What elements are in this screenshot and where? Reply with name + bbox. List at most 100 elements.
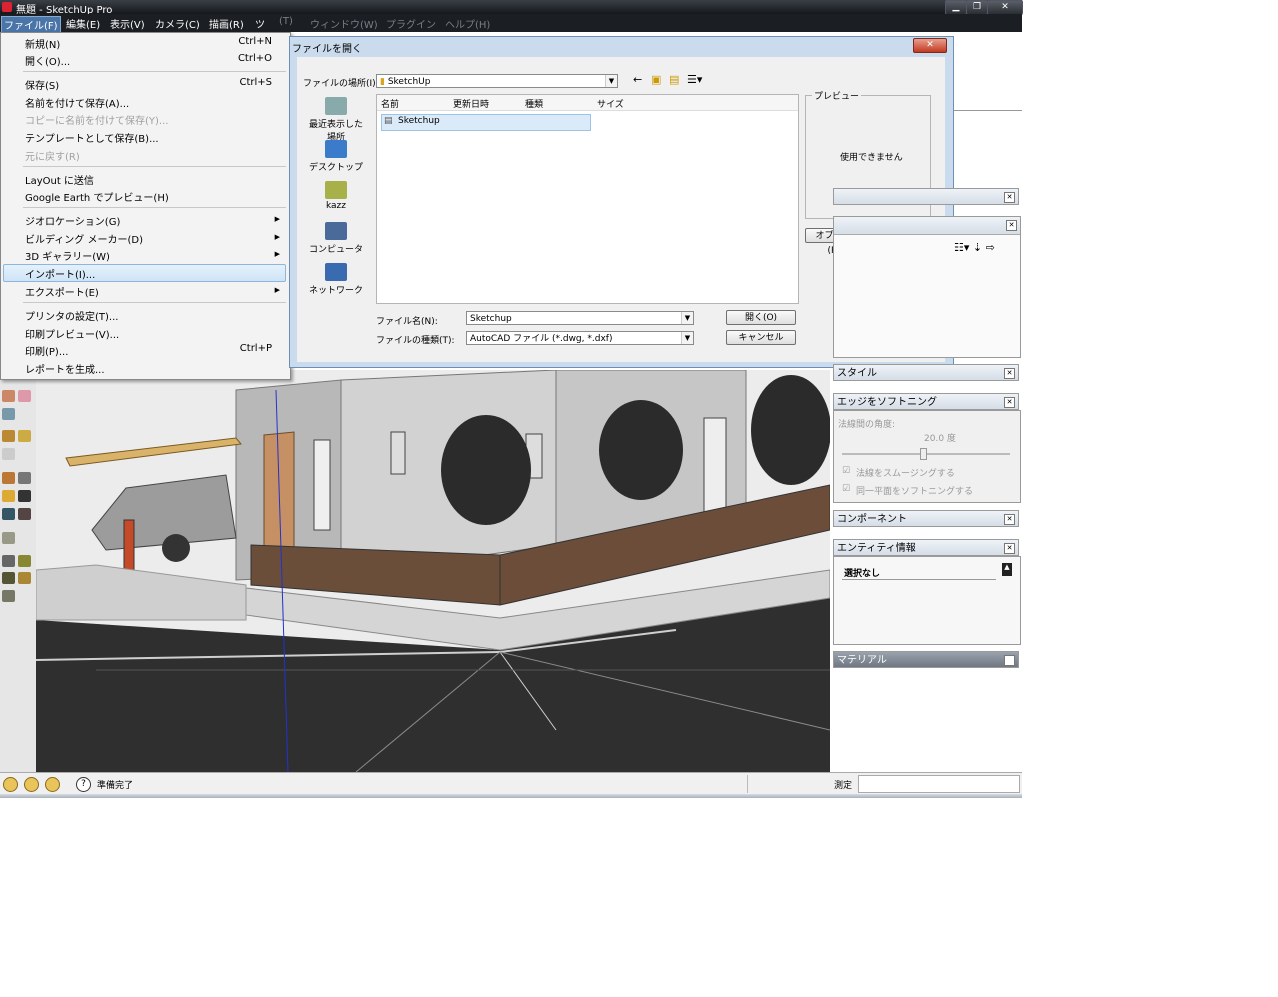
layers-icon[interactable]	[2, 532, 15, 544]
preview-label: プレビュー	[812, 89, 862, 102]
menu-separator	[23, 302, 286, 303]
menu-send-layout[interactable]: LayOut に送信	[25, 172, 94, 187]
protractor-icon[interactable]	[2, 490, 15, 502]
dialog-close-button[interactable]: ✕	[913, 38, 947, 53]
menu-save[interactable]: 保存(S)	[25, 77, 59, 92]
place-network[interactable]: ネットワーク	[306, 263, 366, 296]
position-camera-icon[interactable]	[18, 390, 31, 402]
angle-slider-thumb[interactable]	[920, 448, 927, 460]
menu-export[interactable]: エクスポート(E)	[25, 284, 99, 299]
column-type[interactable]: 種類	[525, 97, 543, 110]
menu-open[interactable]: 開く(O)...	[25, 53, 70, 68]
tray-header-top[interactable]: ✕	[833, 188, 1019, 205]
menu-draw[interactable]: 描画(R)	[209, 16, 244, 31]
new-folder-icon[interactable]: ▤	[669, 73, 679, 86]
soften-coplanar-label: 同一平面をソフトニングする	[856, 487, 974, 497]
open-button[interactable]: 開く(O)	[726, 310, 796, 325]
orbit-icon[interactable]	[2, 555, 15, 567]
menu-save-as[interactable]: 名前を付けて保存(A)...	[25, 95, 129, 110]
measurements-label: 測定	[834, 781, 853, 791]
panel-view-icon[interactable]: ☷▾ ⇣ ⇨	[954, 241, 995, 254]
close-icon[interactable]: ✕	[1004, 397, 1015, 408]
axes-tool-icon[interactable]	[2, 508, 15, 520]
menu-geolocation[interactable]: ジオロケーション(G)	[25, 213, 120, 228]
menu-view[interactable]: 表示(V)	[110, 16, 145, 31]
credits-icon[interactable]	[24, 777, 39, 792]
filename-input[interactable]: Sketchup ▼	[466, 311, 694, 325]
up-folder-icon[interactable]: ▣	[651, 73, 661, 86]
menu-camera[interactable]: カメラ(C)	[155, 16, 200, 31]
menu-google-earth[interactable]: Google Earth でプレビュー(H)	[25, 189, 169, 204]
place-user[interactable]: kazz	[306, 181, 366, 211]
menu-print[interactable]: 印刷(P)...	[25, 343, 68, 358]
menu-help[interactable]: ヘルプ(H)	[445, 16, 490, 31]
column-modified[interactable]: 更新日時	[453, 97, 489, 110]
close-icon[interactable]: ✕	[1004, 368, 1015, 379]
tray-styles[interactable]: スタイル ✕	[833, 364, 1019, 381]
soften-coplanar-checkbox[interactable]: ☑	[842, 484, 850, 494]
zoom-icon[interactable]	[2, 572, 15, 584]
geolocation-icon[interactable]	[3, 777, 18, 792]
paint-bucket-icon[interactable]	[2, 430, 15, 442]
filetype-value: AutoCAD ファイル (*.dwg, *.dxf)	[470, 334, 613, 344]
sign-in-icon[interactable]	[45, 777, 60, 792]
menu-generate-report[interactable]: レポートを生成...	[25, 361, 105, 376]
help-icon[interactable]: ?	[76, 777, 91, 792]
maximize-button[interactable]: ❐	[966, 0, 988, 15]
menu-import[interactable]: インポート(I)...	[25, 266, 95, 281]
filetype-select[interactable]: AutoCAD ファイル (*.dwg, *.dxf) ▼	[466, 331, 694, 345]
toggle-details-icon[interactable]: ▲	[1002, 563, 1012, 576]
menu-separator	[23, 71, 286, 72]
minimize-button[interactable]: ▁	[945, 0, 967, 15]
menu-new[interactable]: 新規(N)	[25, 36, 60, 51]
eraser-icon[interactable]	[18, 430, 31, 442]
place-recent[interactable]: 最近表示した場所	[306, 97, 366, 143]
menu-building-maker[interactable]: ビルディング メーカー(D)	[25, 231, 143, 246]
measurements-input[interactable]	[858, 775, 1020, 793]
look-around-icon[interactable]	[2, 408, 15, 420]
tray-entity-info[interactable]: エンティティ情報 ✕	[833, 539, 1019, 556]
close-icon[interactable]: ✕	[1004, 514, 1015, 525]
pan-icon[interactable]	[18, 555, 31, 567]
column-size[interactable]: サイズ	[597, 97, 624, 110]
close-icon[interactable]: ✕	[1004, 655, 1015, 666]
menu-3d-gallery[interactable]: 3D ギャラリー(W)	[25, 248, 110, 263]
menu-print-preview[interactable]: 印刷プレビュー(V)...	[25, 326, 119, 341]
3d-text-icon[interactable]	[18, 508, 31, 520]
tape-measure-icon[interactable]	[2, 472, 15, 484]
view-menu-icon[interactable]: ☰▾	[687, 73, 702, 86]
menu-tools[interactable]: ツ	[255, 16, 265, 31]
close-icon[interactable]: ✕	[1006, 220, 1017, 231]
place-computer[interactable]: コンピュータ	[306, 222, 366, 255]
file-row[interactable]: ▤ Sketchup	[381, 114, 591, 131]
menu-file[interactable]: ファイル(F)	[1, 16, 61, 33]
location-combo[interactable]: ▮ SketchUp ▼	[376, 74, 618, 88]
tray-soften-edges[interactable]: エッジをソフトニング ✕	[833, 393, 1019, 410]
submenu-arrow-icon: ▶	[274, 215, 280, 223]
text-tool-icon[interactable]	[18, 490, 31, 502]
menu-print-setup[interactable]: プリンタの設定(T)...	[25, 308, 118, 323]
cancel-button[interactable]: キャンセル	[726, 330, 796, 345]
place-desktop[interactable]: デスクトップ	[306, 140, 366, 173]
close-window-button[interactable]: ✕	[987, 0, 1023, 15]
menu-save-template[interactable]: テンプレートとして保存(B)...	[25, 130, 159, 145]
tray-materials[interactable]: マテリアル ✕	[833, 651, 1019, 668]
column-name[interactable]: 名前	[381, 97, 399, 110]
menu-plugins[interactable]: プラグイン	[386, 16, 436, 31]
smooth-normals-checkbox[interactable]: ☑	[842, 466, 850, 476]
walk-tool-icon[interactable]	[2, 390, 15, 402]
menu-window[interactable]: ウィンドウ(W)	[310, 16, 378, 31]
dimension-icon[interactable]	[18, 472, 31, 484]
save-shortcut: Ctrl+S	[239, 77, 272, 88]
section-plane-icon[interactable]	[2, 448, 15, 460]
close-icon[interactable]: ✕	[1004, 543, 1015, 554]
zoom-extents-icon[interactable]	[2, 590, 15, 602]
menu-tools-shortcut[interactable]: (T)	[279, 16, 293, 27]
tray-components[interactable]: コンポーネント ✕	[833, 510, 1019, 527]
close-icon[interactable]: ✕	[1004, 192, 1015, 203]
zoom-window-icon[interactable]	[18, 572, 31, 584]
menu-save-copy: コピーに名前を付けて保存(Y)...	[25, 116, 169, 127]
menu-edit[interactable]: 編集(E)	[66, 16, 100, 31]
model-viewport[interactable]	[36, 370, 830, 772]
back-icon[interactable]: ←	[633, 73, 642, 86]
